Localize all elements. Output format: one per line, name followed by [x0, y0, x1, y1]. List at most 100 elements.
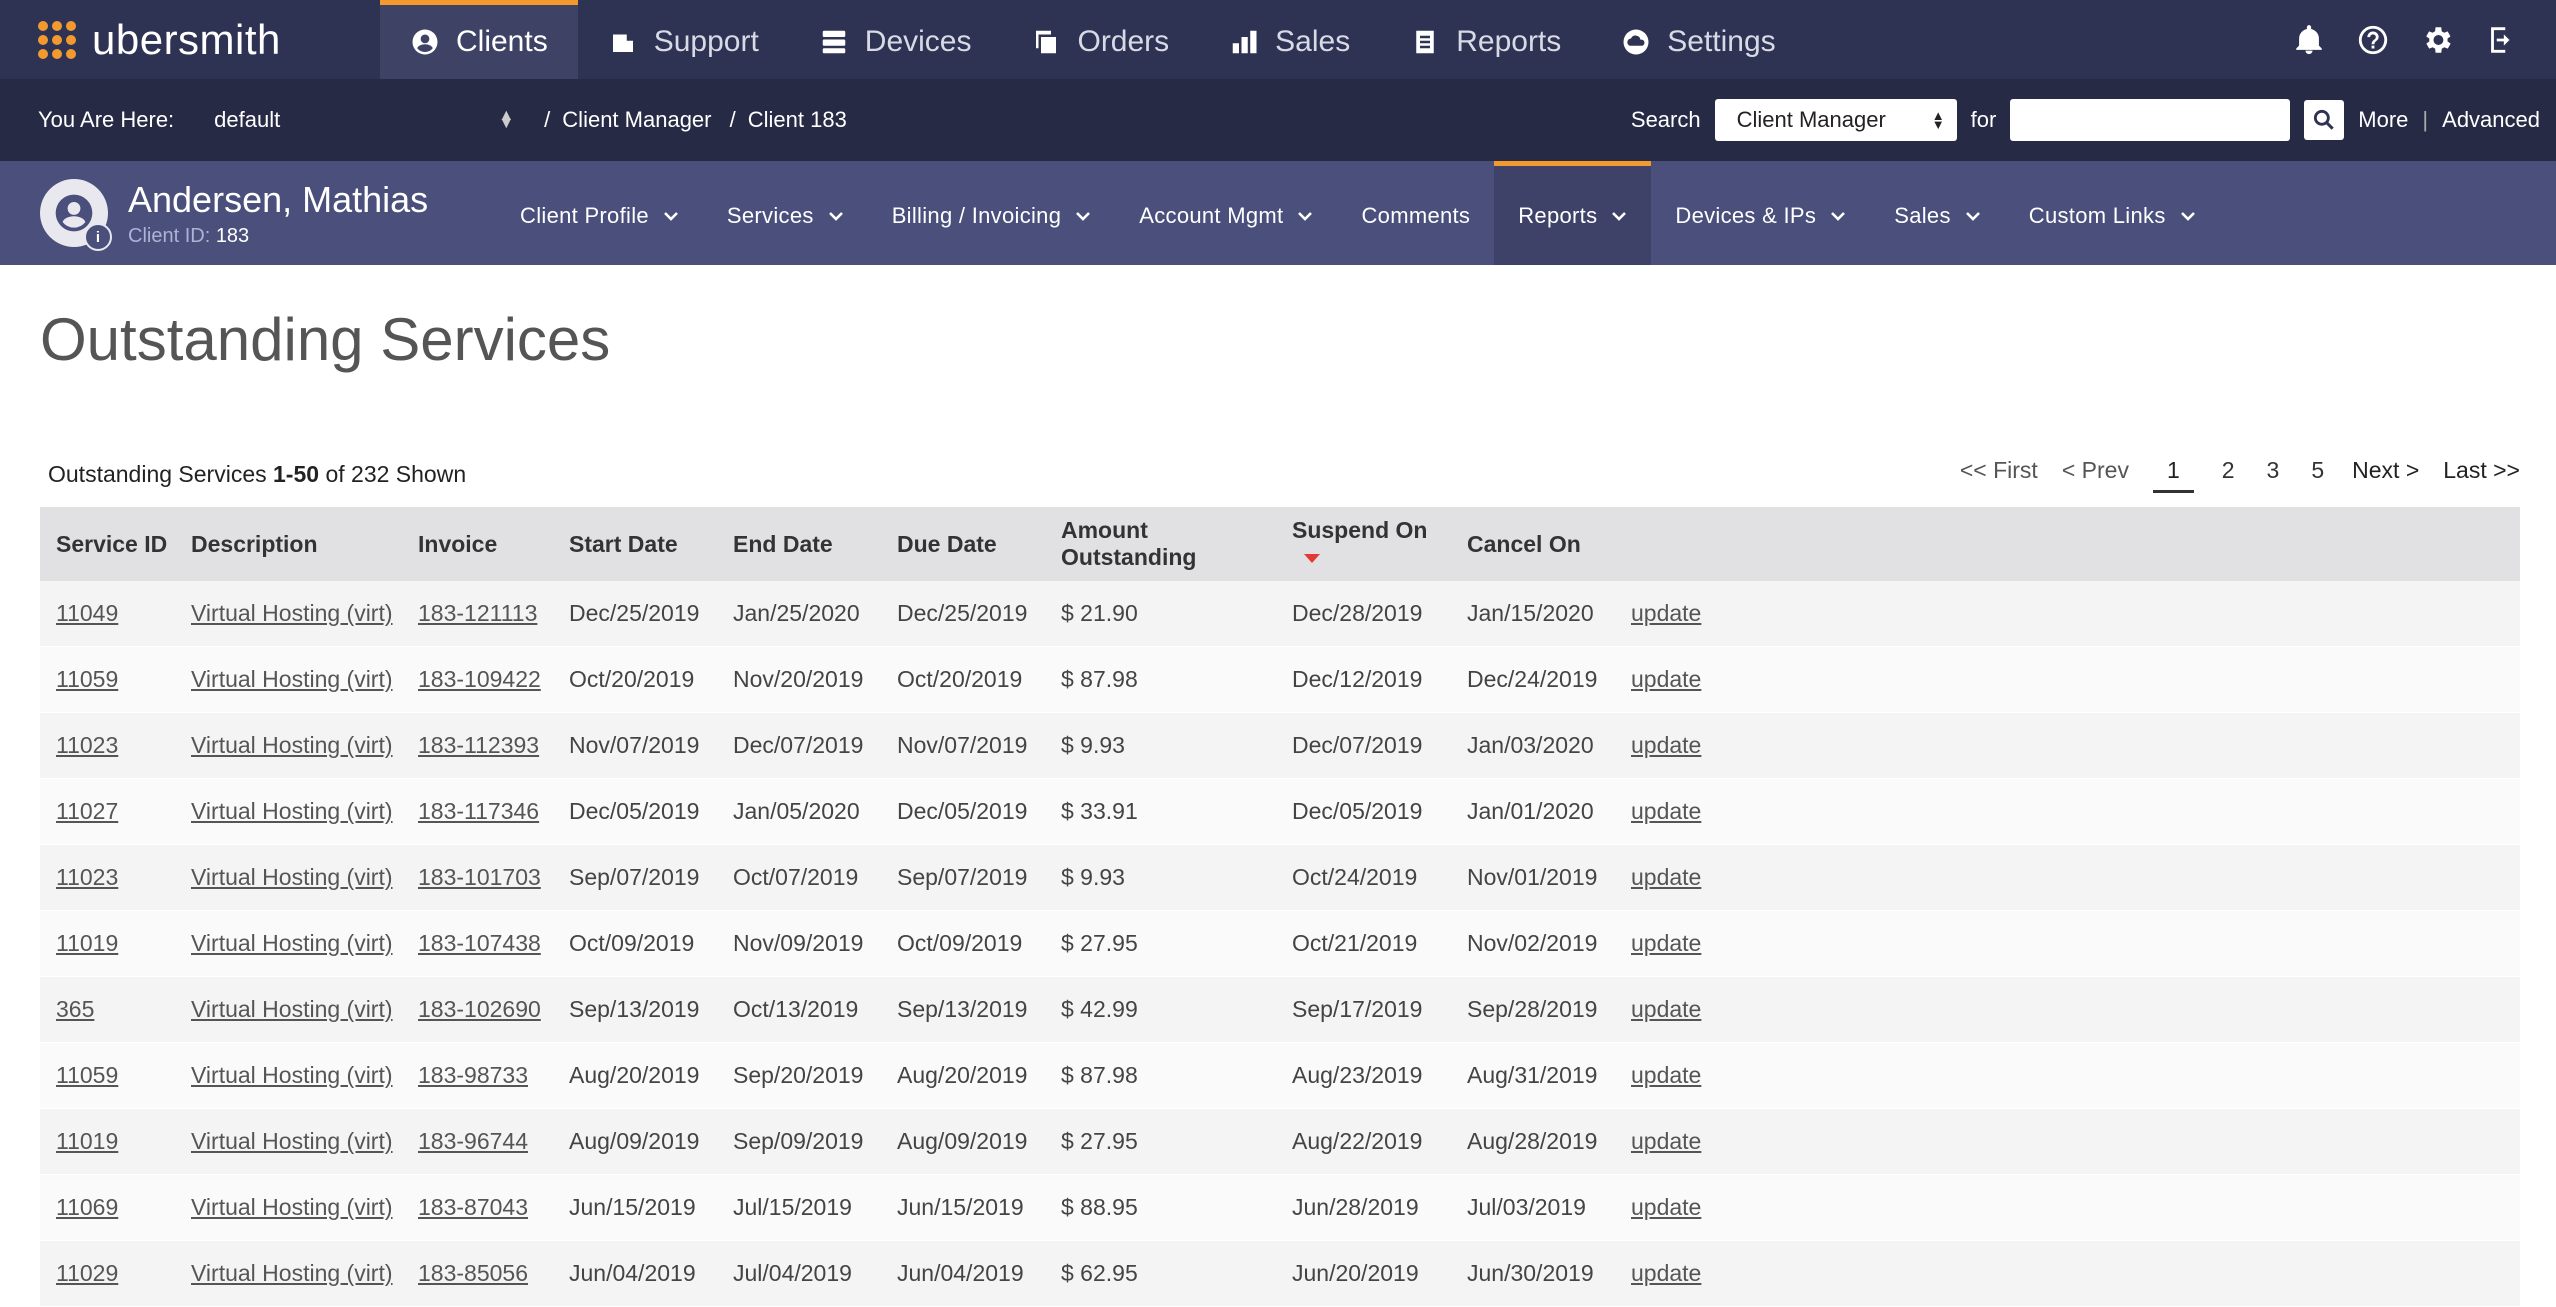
col-cancel-on[interactable]: Cancel On — [1451, 507, 1615, 581]
search-button[interactable] — [2304, 100, 2345, 140]
description-link[interactable]: Virtual Hosting (virt) — [191, 996, 393, 1022]
col-amount-outstanding[interactable]: Amount Outstanding — [1045, 507, 1276, 581]
app-logo[interactable]: ubersmith — [38, 16, 380, 64]
service-id-link[interactable]: 11023 — [56, 864, 118, 890]
invoice-link[interactable]: 183-87043 — [418, 1194, 528, 1220]
pager-page[interactable]: 2 — [2218, 457, 2239, 493]
pager-next[interactable]: Next > — [2352, 457, 2419, 493]
service-id-link[interactable]: 11059 — [56, 1062, 118, 1088]
pager-prev[interactable]: < Prev — [2062, 457, 2129, 493]
col-due-date[interactable]: Due Date — [881, 507, 1045, 581]
invoice-link[interactable]: 183-117346 — [418, 798, 539, 824]
update-link[interactable]: update — [1631, 1128, 1701, 1154]
description-link[interactable]: Virtual Hosting (virt) — [191, 732, 393, 758]
description-link[interactable]: Virtual Hosting (virt) — [191, 930, 393, 956]
breadcrumb-client-manager[interactable]: Client Manager — [562, 107, 711, 132]
description-link[interactable]: Virtual Hosting (virt) — [191, 1194, 393, 1220]
service-id-link[interactable]: 11019 — [56, 930, 118, 956]
invoice-link[interactable]: 183-96744 — [418, 1128, 528, 1154]
results-summary: Outstanding Services 1-50 of 232 Shown — [48, 461, 467, 487]
tab-billing-invoicing[interactable]: Billing / Invoicing — [868, 161, 1116, 265]
invoice-link[interactable]: 183-101703 — [418, 864, 541, 890]
logout-icon[interactable] — [2484, 23, 2518, 57]
avatar[interactable]: i — [40, 179, 112, 251]
brand-select[interactable]: default ▲ ▼ — [214, 107, 514, 133]
breadcrumb-client[interactable]: Client 183 — [748, 107, 847, 132]
update-link[interactable]: update — [1631, 864, 1701, 890]
more-link[interactable]: More — [2358, 107, 2408, 133]
service-id-link[interactable]: 11027 — [56, 798, 118, 824]
invoice-link[interactable]: 183-102690 — [418, 996, 541, 1022]
description-link[interactable]: Virtual Hosting (virt) — [191, 1260, 393, 1286]
description-link[interactable]: Virtual Hosting (virt) — [191, 600, 393, 626]
pager-page[interactable]: 3 — [2263, 457, 2284, 493]
help-icon[interactable] — [2356, 23, 2390, 57]
service-id-link[interactable]: 11049 — [56, 600, 118, 626]
search-scope-select[interactable]: Client Manager ▲ ▼ — [1714, 99, 1957, 141]
copy-icon — [1036, 30, 1057, 54]
update-link[interactable]: update — [1631, 600, 1701, 626]
invoice-link[interactable]: 183-107438 — [418, 930, 541, 956]
update-link[interactable]: update — [1631, 1062, 1701, 1088]
invoice-link[interactable]: 183-109422 — [418, 666, 541, 692]
topnav-clients-label: Clients — [456, 25, 548, 58]
invoice-link[interactable]: 183-85056 — [418, 1260, 528, 1286]
update-link[interactable]: update — [1631, 1194, 1701, 1220]
service-id-link[interactable]: 11023 — [56, 732, 118, 758]
topnav-reports[interactable]: Reports — [1380, 0, 1591, 79]
update-link[interactable]: update — [1631, 666, 1701, 692]
cell-start-date: Dec/25/2019 — [553, 581, 717, 647]
service-id-link[interactable]: 11059 — [56, 666, 118, 692]
invoice-link[interactable]: 183-121113 — [418, 600, 537, 626]
invoice-link[interactable]: 183-98733 — [418, 1062, 528, 1088]
tab-account-mgmt[interactable]: Account Mgmt — [1115, 161, 1337, 265]
pager-first[interactable]: << First — [1960, 457, 2038, 493]
col-suspend-on[interactable]: Suspend On — [1276, 507, 1451, 581]
description-link[interactable]: Virtual Hosting (virt) — [191, 798, 393, 824]
cell-update: update — [1615, 844, 2520, 911]
pager-page[interactable]: 5 — [2307, 457, 2328, 493]
tab-custom-links[interactable]: Custom Links — [2005, 161, 2220, 265]
pager-last[interactable]: Last >> — [2443, 457, 2520, 493]
col-end-date[interactable]: End Date — [717, 507, 881, 581]
description-link[interactable]: Virtual Hosting (virt) — [191, 864, 393, 890]
topnav-settings-label: Settings — [1667, 25, 1776, 58]
tab-client-profile[interactable]: Client Profile — [496, 161, 703, 265]
tab-sales[interactable]: Sales — [1870, 161, 2005, 265]
cell-due-date: Dec/25/2019 — [881, 581, 1045, 647]
bell-icon[interactable] — [2292, 23, 2326, 57]
topnav-orders[interactable]: Orders — [1001, 0, 1199, 79]
search-input[interactable] — [2010, 99, 2291, 141]
col-service-id[interactable]: Service ID — [40, 507, 175, 581]
col-invoice[interactable]: Invoice — [402, 507, 553, 581]
service-id-link[interactable]: 365 — [56, 996, 94, 1022]
you-are-here-label: You Are Here: — [38, 107, 175, 132]
description-link[interactable]: Virtual Hosting (virt) — [191, 666, 393, 692]
update-link[interactable]: update — [1631, 1260, 1701, 1286]
info-icon[interactable]: i — [84, 223, 112, 251]
update-link[interactable]: update — [1631, 930, 1701, 956]
col-start-date[interactable]: Start Date — [553, 507, 717, 581]
topnav-settings[interactable]: Settings — [1591, 0, 1805, 79]
tab-devices-ips[interactable]: Devices & IPs — [1651, 161, 1870, 265]
topnav-devices[interactable]: Devices — [789, 0, 1002, 79]
col-description[interactable]: Description — [175, 507, 402, 581]
tab-services[interactable]: Services — [703, 161, 868, 265]
update-link[interactable]: update — [1631, 996, 1701, 1022]
service-id-link[interactable]: 11019 — [56, 1128, 118, 1154]
cell-due-date: Jun/15/2019 — [881, 1174, 1045, 1241]
tab-reports[interactable]: Reports — [1494, 161, 1652, 265]
update-link[interactable]: update — [1631, 798, 1701, 824]
topnav-support[interactable]: Support — [578, 0, 789, 79]
service-id-link[interactable]: 11029 — [56, 1260, 118, 1286]
topnav-clients[interactable]: Clients — [380, 0, 578, 79]
update-link[interactable]: update — [1631, 732, 1701, 758]
invoice-link[interactable]: 183-112393 — [418, 732, 539, 758]
tab-comments[interactable]: Comments — [1337, 161, 1494, 265]
description-link[interactable]: Virtual Hosting (virt) — [191, 1128, 393, 1154]
gear-icon[interactable] — [2420, 23, 2454, 57]
topnav-sales[interactable]: Sales — [1199, 0, 1380, 79]
description-link[interactable]: Virtual Hosting (virt) — [191, 1062, 393, 1088]
service-id-link[interactable]: 11069 — [56, 1194, 118, 1220]
advanced-link[interactable]: Advanced — [2442, 107, 2540, 133]
